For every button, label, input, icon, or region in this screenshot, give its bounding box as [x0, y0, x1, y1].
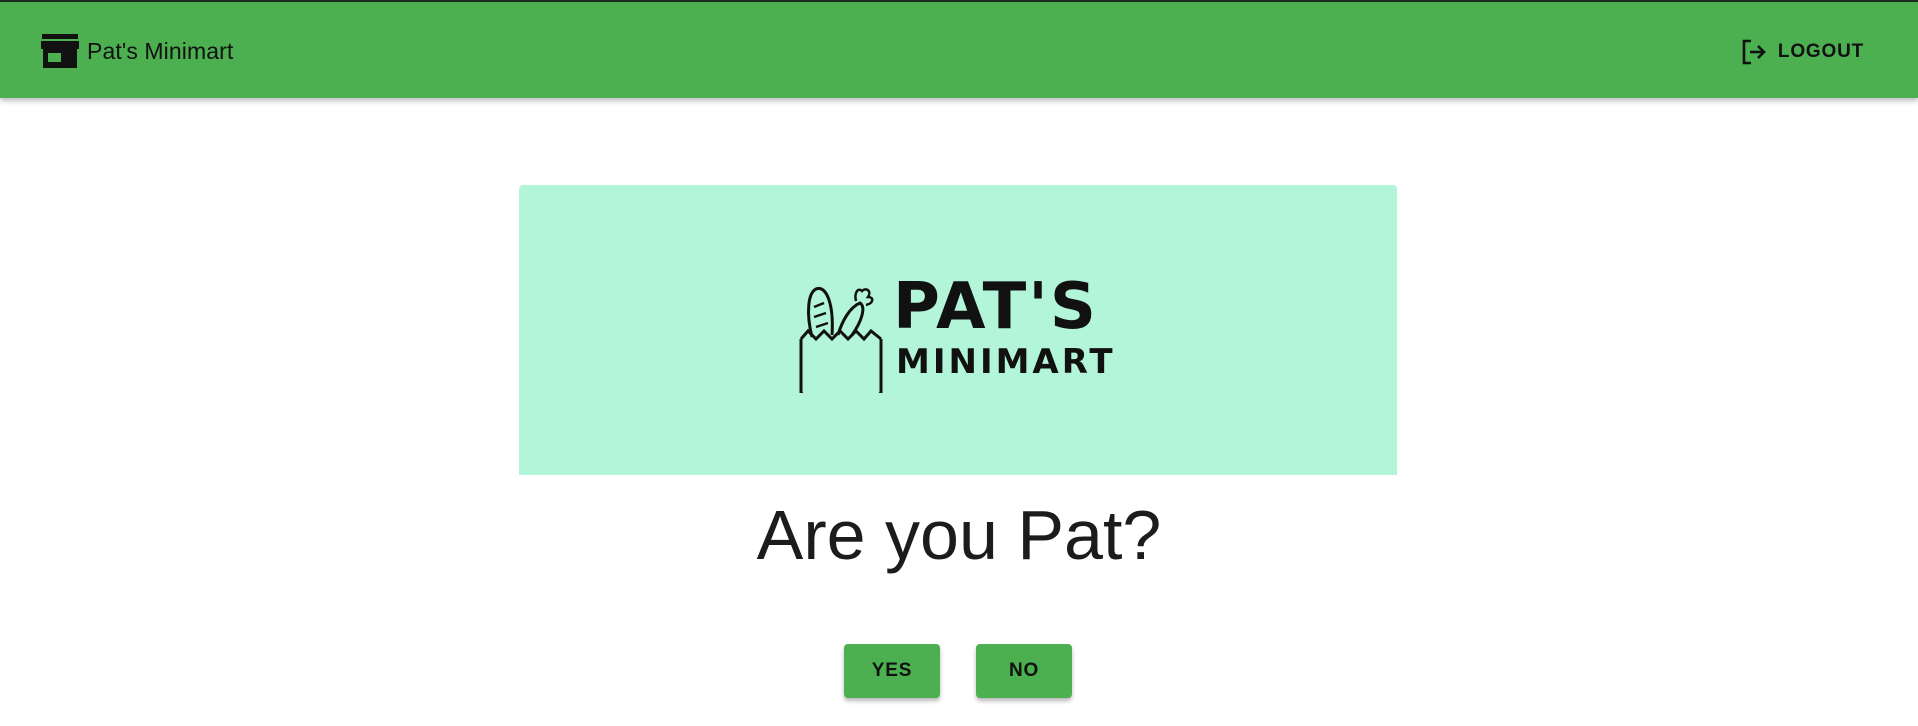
yes-button[interactable]: YES: [844, 644, 940, 698]
hero-banner: PAT'S MINIMART: [519, 185, 1397, 475]
store-icon: [41, 34, 79, 68]
logout-label: LOGOUT: [1777, 41, 1864, 62]
brand-home-link[interactable]: Pat's Minimart: [40, 32, 233, 70]
app-bar: Pat's Minimart LOGOUT: [0, 0, 1918, 98]
logo-wordmark-bottom: MINIMART: [896, 342, 1116, 382]
no-button[interactable]: NO: [976, 644, 1072, 698]
app-title: Pat's Minimart: [87, 37, 234, 64]
logo-wordmark-top: PAT'S: [893, 270, 1098, 344]
logout-icon: [1742, 39, 1766, 65]
identity-question: Are you Pat?: [756, 496, 1162, 574]
logout-button[interactable]: LOGOUT: [1740, 38, 1864, 66]
